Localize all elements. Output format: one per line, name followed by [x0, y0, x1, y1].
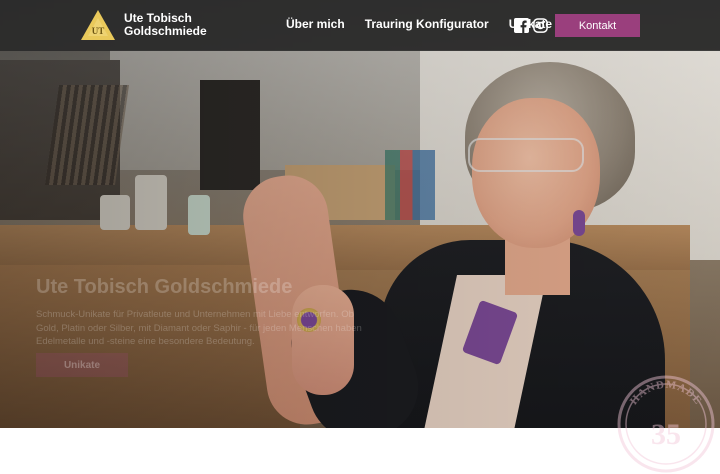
hero-description: Schmuck-Unikate für Privatleute und Unte… [36, 309, 362, 347]
nav-link-trauring-konfigurator[interactable]: Trauring Konfigurator [365, 17, 489, 31]
main-menu: Über mich Trauring Konfigurator Unikate [286, 17, 572, 31]
badge-top-text: HANDMADE [628, 379, 703, 408]
top-navbar: UT Ute Tobisch Goldschmiede Über mich Tr… [0, 0, 720, 51]
hero-title: Ute Tobisch Goldschmiede [36, 276, 293, 298]
facebook-icon[interactable] [514, 18, 529, 33]
nav-link-ueber-mich[interactable]: Über mich [286, 17, 345, 31]
instagram-icon[interactable] [533, 18, 548, 33]
brand-logo-link[interactable]: UT Ute Tobisch Goldschmiede [80, 9, 207, 41]
logo-triangle-icon: UT [81, 10, 115, 40]
logo-initials: UT [92, 26, 105, 36]
svg-text:HANDMADE: HANDMADE [628, 379, 704, 408]
brand-name-line2: Goldschmiede [124, 24, 207, 38]
badge-number: 35 [651, 418, 681, 451]
brand-name: Ute Tobisch Goldschmiede [124, 12, 207, 38]
unikate-hero-button[interactable]: Unikate [36, 353, 128, 377]
handmade-badge: HANDMADE 35 [617, 375, 715, 473]
contact-button[interactable]: Kontakt [555, 14, 640, 37]
